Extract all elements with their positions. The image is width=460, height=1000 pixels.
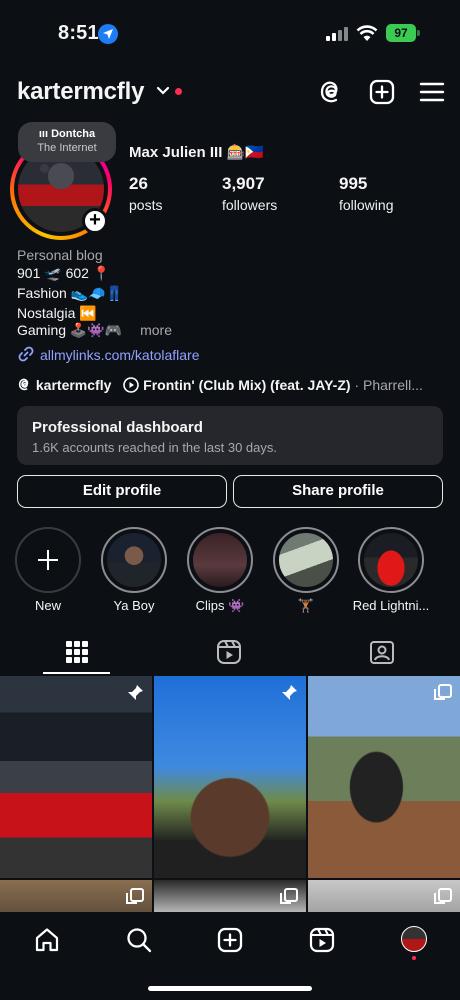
music-artist: · Pharrell... [354,377,423,393]
status-time: 8:51 [58,22,99,44]
highlight-label: New [34,598,61,613]
highlight-gym[interactable] [273,527,339,593]
create-icon[interactable] [216,926,244,954]
followers-count: 3,907 [222,174,265,193]
highlight-cover [193,533,247,587]
followers-label: followers [222,197,278,213]
profile-link[interactable]: allmylinks.com/katolaflare [17,345,200,363]
highlight-label: Red Lightni... [352,598,430,613]
cellular-signal-icon [326,26,350,41]
posts-count: 26 [129,174,148,193]
search-icon[interactable] [125,926,153,954]
posts-stat[interactable]: 26 posts [129,174,162,213]
highlight-cover [107,533,161,587]
battery-indicator: 97 [386,24,416,42]
pin-icon [282,685,297,700]
highlight-cover [364,533,418,587]
carousel-icon [434,684,452,700]
bio-line: 901 🛫 602 📍 [17,265,111,281]
highlight-label: 🏋🏾 [297,598,315,613]
following-label: following [339,197,394,213]
following-stat[interactable]: 995 following [339,174,393,213]
chevron-down-icon[interactable] [156,86,170,96]
status-bar: 8:51 97 [0,0,460,66]
edit-profile-button[interactable]: Edit profile [17,475,227,508]
carousel-icon [126,888,144,904]
bio-line: Gaming 🕹️👾🎮 more [17,322,173,338]
note-bubble[interactable]: ııı Dontcha The Internet [18,122,116,162]
notification-dot [175,88,182,95]
following-count: 995 [339,174,368,193]
wifi-icon [356,25,378,41]
bio-line: Nostalgia ⏮️ [17,305,97,321]
profile-tab-avatar[interactable] [401,926,427,952]
threads-badge[interactable]: kartermcfly [17,377,115,393]
share-profile-button[interactable]: Share profile [233,475,443,508]
tagged-tab-icon[interactable] [367,637,397,667]
reels-icon[interactable] [308,926,336,954]
posts-label: posts [129,197,163,213]
carousel-icon [434,888,452,904]
active-tab-indicator [43,672,110,674]
professional-dashboard[interactable]: Professional dashboard 1.6K accounts rea… [17,406,443,465]
highlight-red-lightning[interactable] [358,527,424,593]
highlight-label: Clips 👾 [195,598,245,613]
threads-icon [18,378,29,391]
link-icon [18,346,34,362]
create-post-icon[interactable] [368,78,396,106]
posts-grid-tab-icon[interactable] [62,637,92,667]
reels-tab-icon[interactable] [214,637,244,667]
add-story-button[interactable]: + [82,208,108,234]
highlight-ya-boy[interactable] [101,527,167,593]
note-artist: The Internet [37,142,97,154]
note-song: Dontcha [51,128,96,140]
profile-link-text: allmylinks.com/katolaflare [40,347,200,363]
music-title: Frontin' (Club Mix) (feat. JAY-Z) [143,377,351,393]
play-circle-icon [123,377,140,393]
highlight-cover [279,533,333,587]
music-bars-icon: ııı [38,128,49,140]
plus-icon [38,550,58,570]
highlight-clips[interactable] [187,527,253,593]
new-highlight-button[interactable] [15,527,81,593]
profile-notification-dot [412,956,416,960]
followers-stat[interactable]: 3,907 followers [222,174,277,213]
location-arrow-icon [98,24,118,44]
grid-post[interactable] [0,676,152,878]
threads-handle: kartermcfly [35,377,112,393]
note-bubble-tail [40,164,49,173]
grid-post[interactable] [154,676,306,878]
highlight-label: Ya Boy [113,598,155,613]
bio-line: Fashion 👟🧢👖 [17,285,123,301]
home-indicator [148,986,312,991]
display-name: Max Julien III 🎰🇵🇭 [129,144,264,161]
home-icon[interactable] [33,926,61,954]
bio-more-link[interactable]: more [140,322,172,338]
carousel-icon [280,888,298,904]
profile-music[interactable]: Frontin' (Club Mix) (feat. JAY-Z) · Phar… [123,377,423,393]
threads-music-row: kartermcfly Frontin' (Club Mix) (feat. J… [17,377,447,393]
battery-tip [417,30,420,36]
pin-icon [128,685,143,700]
dashboard-subtitle: 1.6K accounts reached in the last 30 day… [32,440,277,455]
grid-post[interactable] [308,676,460,878]
profile-category: Personal blog [17,247,103,263]
username-switcher[interactable]: kartermcfly [17,78,144,106]
dashboard-title: Professional dashboard [32,419,203,436]
hamburger-menu-icon[interactable] [418,78,446,106]
threads-icon[interactable] [317,78,345,106]
